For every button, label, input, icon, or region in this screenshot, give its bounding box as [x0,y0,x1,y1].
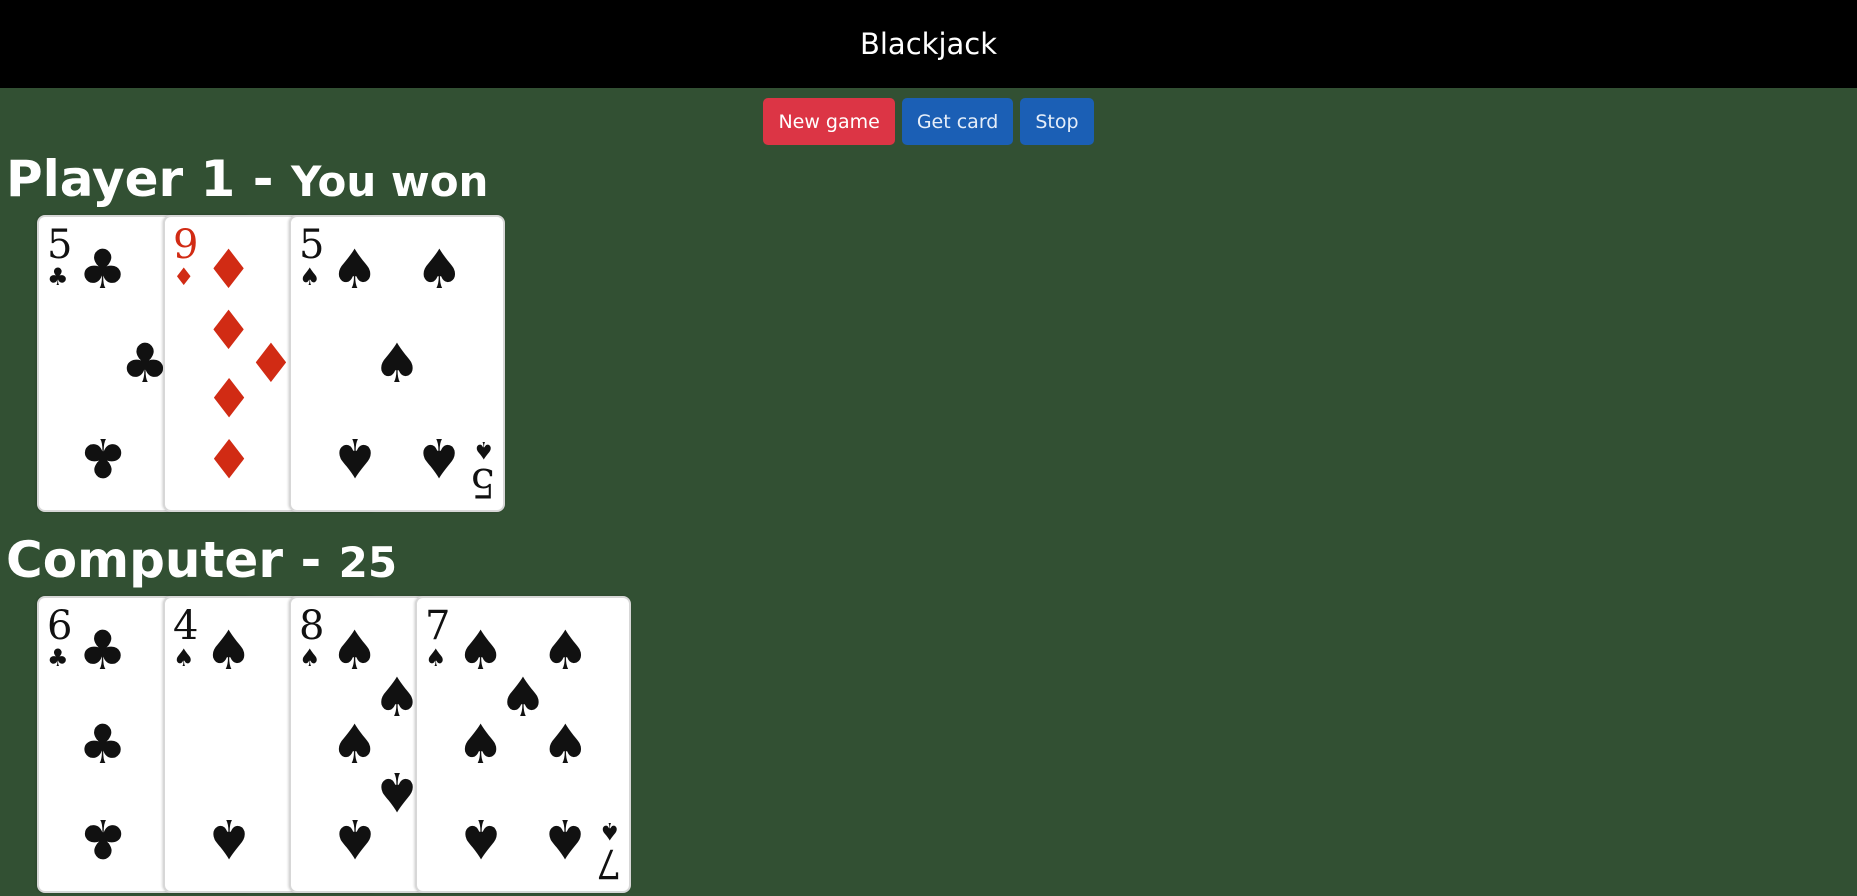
diamond-pip-icon: ♦ [204,426,253,490]
spade-icon: ♠ [599,817,621,845]
computer-card-7-of-spades: 7 ♠ ♠ ♠ ♠ ♠ ♠ ♠ ♠ 7 ♠ [415,596,631,893]
spade-icon: ♠ [473,436,495,464]
spade-pip-icon: ♠ [456,712,505,776]
club-icon: ♣ [47,263,69,291]
computer-hand: 6♣♣♣♣♣♣♣6♣4♠♠♠♠♠4♠8♠♠♠♠♠♠♠♠♠8♠7♠♠♠♠♠♠♠♠7… [37,596,631,896]
spade-pip-icon: ♠ [372,331,422,395]
card-rank: 8 [299,603,325,649]
spade-pip-icon: ♠ [541,618,590,682]
club-pip-icon: ♣ [120,331,170,395]
spade-icon: ♠ [299,263,321,291]
spade-pip-icon: ♠ [456,618,505,682]
spade-icon: ♠ [299,644,321,672]
spade-pip-icon: ♠ [415,237,464,301]
app-title: Blackjack [859,27,998,61]
computer-score: 25 [338,538,398,587]
diamond-pip-icon: ♦ [204,299,253,363]
card-rank: 5 [299,222,325,268]
player-hand: 5♣♣♣♣♣♣5♣9♦♦♦♦♦♦♦♦♦♦9♦5♠♠♠♠♠♠5♠ [37,215,505,515]
stop-button[interactable]: Stop [1020,98,1094,145]
diamond-pip-icon: ♦ [204,237,253,301]
player-hand-title: Player 1 - You won [6,150,488,208]
card-rank-bottom: 5 [469,459,495,505]
top-bar: Blackjack [0,0,1857,88]
club-pip-icon: ♣ [78,712,127,776]
spade-pip-icon: ♠ [330,426,379,490]
card-rank: 4 [173,603,199,649]
player-title-separator: - [252,150,274,208]
spade-pip-icon: ♠ [330,618,379,682]
spade-pip-icon: ♠ [541,712,590,776]
card-rank-bottom: 7 [595,840,621,886]
player-status: You won [290,157,489,206]
card-rank: 7 [425,603,451,649]
spade-pip-icon: ♠ [415,426,464,490]
club-pip-icon: ♣ [78,618,127,682]
spade-icon: ♠ [173,644,195,672]
game-controls: New game Get card Stop [0,98,1857,145]
spade-icon: ♠ [425,644,447,672]
club-icon: ♣ [47,644,69,672]
club-pip-icon: ♣ [78,807,127,871]
card-rank: 5 [47,222,73,268]
club-pip-icon: ♣ [78,237,127,301]
spade-pip-icon: ♠ [498,665,548,729]
spade-pip-icon: ♠ [541,807,590,871]
computer-hand-title: Computer - 25 [6,531,397,589]
spade-pip-icon: ♠ [204,807,253,871]
computer-title-separator: - [300,531,322,589]
player-name: Player 1 [6,150,236,208]
player-card-5-of-spades: 5 ♠ ♠ ♠ ♠ ♠ ♠ 5 ♠ [289,215,505,512]
computer-name: Computer [6,531,284,589]
new-game-button[interactable]: New game [763,98,895,145]
get-card-button[interactable]: Get card [901,98,1014,145]
spade-pip-icon: ♠ [456,807,505,871]
spade-pip-icon: ♠ [330,807,379,871]
club-pip-icon: ♣ [78,426,127,490]
diamond-pip-icon: ♦ [204,364,253,428]
spade-pip-icon: ♠ [204,618,253,682]
spade-pip-icon: ♠ [330,712,379,776]
card-rank: 6 [47,603,73,649]
spade-pip-icon: ♠ [330,237,379,301]
card-rank: 9 [173,222,199,268]
diamond-icon: ♦ [173,263,195,291]
spade-pip-icon: ♠ [372,665,422,729]
